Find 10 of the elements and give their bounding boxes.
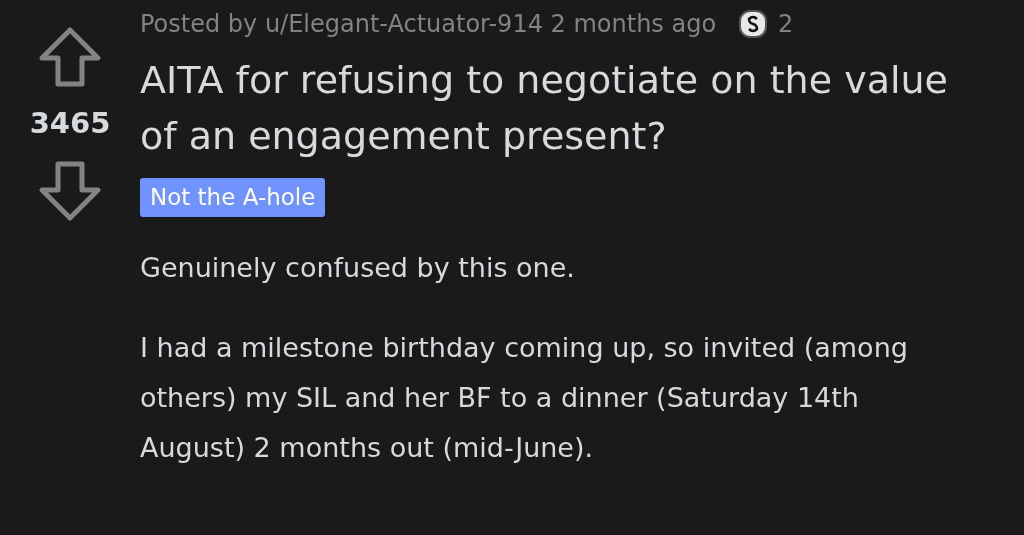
- post-meta: Posted by u/Elegant-Actuator-914 2 months ago: [140, 9, 717, 40]
- award-icon: [738, 9, 769, 39]
- vote-score: 3465: [29, 105, 111, 142]
- body-paragraph: Genuinely confused by this one.: [140, 250, 576, 285]
- post-flair: Not the A-hole: [140, 178, 326, 217]
- upvote-icon[interactable]: [38, 26, 102, 88]
- body-paragraph: I had a milestone birthday coming up, so invited (among others) my SIL and her BF to a dinner (Saturday 14th August) 2 months out (mid-June).: [140, 330, 909, 465]
- post-title: AITA for refusing to negotiate on the value of an engagement present?: [140, 57, 949, 160]
- downvote-icon[interactable]: [38, 159, 102, 222]
- award-count: 2: [778, 9, 794, 40]
